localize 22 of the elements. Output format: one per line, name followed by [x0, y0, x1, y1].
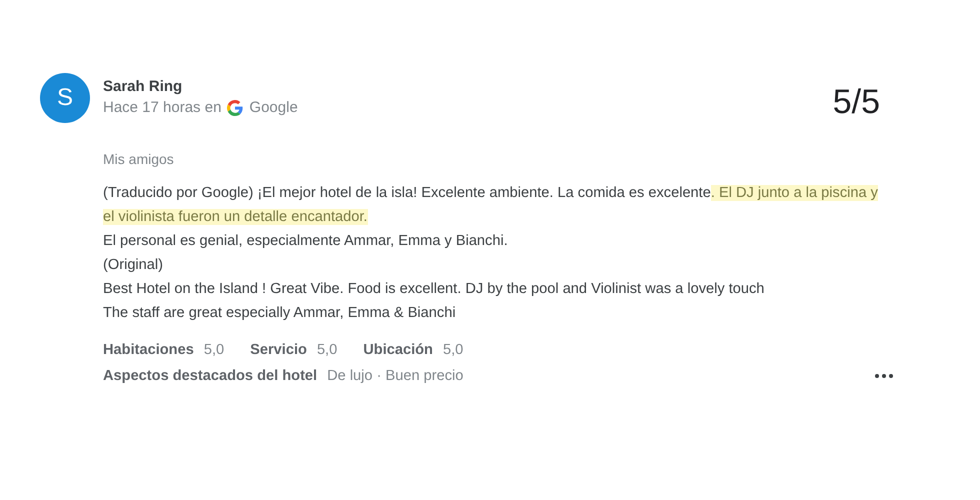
review-score: 5/5 [832, 83, 880, 122]
highlights-label: Aspectos destacados del hotel [103, 367, 318, 386]
highlights-value: De lujo · Buen precio [327, 367, 464, 386]
google-icon [227, 100, 244, 116]
review-text: El personal es genial, especialmente Ammar, Emma y Bianchi. [103, 232, 509, 251]
rating-label: Servicio [250, 341, 307, 360]
review-group: Mis amigos [103, 151, 893, 167]
avatar: S [40, 73, 90, 123]
review-text: (Traducido por Google) ¡El mejor hotel de la isla! Excelente ambiente. La comida es excelente. El DJ junto a la piscina y el violinista fueron un detalle encantador. [103, 184, 879, 227]
rating-value: 5,0 [442, 341, 464, 360]
review-source: Google [249, 99, 298, 116]
rating-label: Habitaciones [103, 341, 194, 360]
review-text: Best Hotel on the Island ! Great Vibe. Food is excellent. DJ by the pool and Violinist was a lovely touch [103, 280, 766, 299]
rating-value: 5,0 [316, 341, 338, 360]
more-icon [875, 374, 893, 378]
review-text: The staff are great especially Ammar, Emma & Bianchi [103, 304, 457, 323]
rating-value: 5,0 [204, 341, 224, 360]
more-button[interactable] [875, 374, 893, 378]
rating-label: Ubicación [363, 341, 433, 360]
review-text: (Original) [103, 256, 164, 275]
review-time: Hace 17 horas en [103, 99, 222, 116]
author-name: Sarah Ring [103, 78, 184, 95]
